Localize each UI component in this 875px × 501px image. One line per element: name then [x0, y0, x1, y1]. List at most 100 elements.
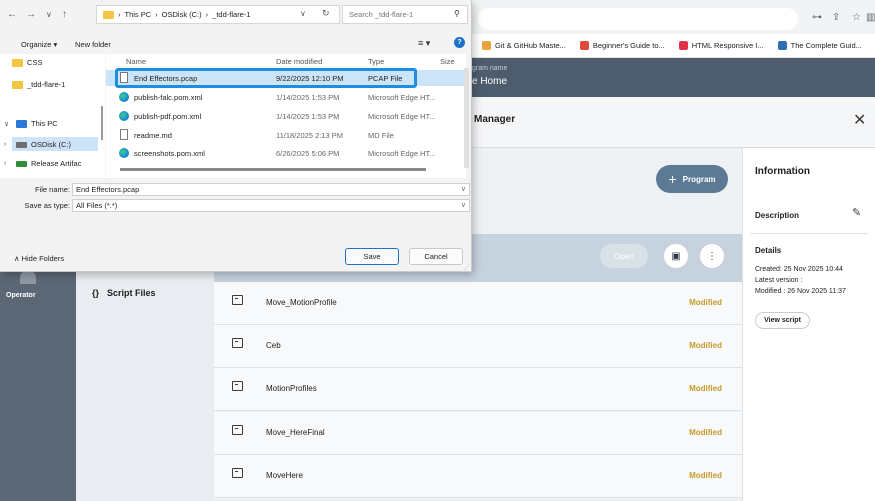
nav-script-files[interactable]: {} Script Files — [92, 288, 156, 298]
tree-item-css[interactable]: CSS — [12, 58, 42, 67]
script-name: Move_HereFinal — [266, 428, 325, 437]
table-row[interactable]: MoveHere Modified — [214, 455, 742, 498]
save-type-value: All Files (*.*) — [76, 201, 118, 210]
tree-scrollbar[interactable] — [101, 106, 103, 140]
path-dropdown-icon[interactable]: ∨ — [300, 9, 306, 18]
help-icon[interactable]: ? — [454, 37, 465, 48]
organize-menu[interactable]: Organize ▾ — [21, 40, 57, 49]
more-options-icon[interactable]: ⋮ — [700, 244, 724, 268]
table-row[interactable]: Move_MotionProfile Modified — [214, 282, 742, 325]
rail-operator-label[interactable]: Operator — [6, 292, 36, 299]
file-row[interactable]: publish-falc.pom.xml 1/14/2025 1:53 PM M… — [106, 89, 466, 105]
tree-label: This PC — [31, 119, 58, 128]
file-type: Microsoft Edge HT... — [368, 93, 436, 102]
file-row[interactable]: publish-pdf.pom.xml 1/14/2025 1:53 PM Mi… — [106, 108, 466, 124]
up-icon[interactable]: ↑ — [62, 9, 67, 20]
save-type-select[interactable]: All Files (*.*) ∨ — [72, 199, 470, 212]
add-program-button[interactable]: + Program — [656, 165, 728, 193]
col-size[interactable]: Size — [440, 57, 455, 66]
close-icon[interactable]: ✕ — [853, 110, 866, 130]
file-date: 1/14/2025 1:53 PM — [276, 93, 340, 102]
pencil-icon[interactable]: ✎ — [852, 206, 861, 219]
edge-icon — [119, 111, 129, 121]
breadcrumb-this-pc[interactable]: This PC — [125, 10, 152, 19]
file-list-hscrollbar[interactable] — [120, 168, 426, 171]
search-icon[interactable]: ⚲ — [454, 9, 460, 18]
col-name[interactable]: Name — [126, 57, 146, 66]
chevron-up-icon: ∧ — [14, 254, 22, 263]
recent-dropdown-icon[interactable]: ∨ — [46, 10, 52, 19]
save-button[interactable]: Save — [345, 248, 399, 265]
script-name: MoveHere — [266, 471, 303, 480]
tree-item-osdisk[interactable]: › OSDisk (C:) — [4, 140, 71, 149]
beginners-icon — [579, 41, 589, 50]
chevron-down-icon[interactable]: ∨ — [461, 201, 466, 209]
bookmark-git[interactable]: Git & GitHub Maste... — [482, 41, 566, 50]
program-name-label: gram name — [472, 65, 508, 72]
open-button[interactable]: Open — [600, 244, 648, 268]
table-row[interactable]: Ceb Modified — [214, 325, 742, 368]
modified-date: Modified : 26 Nov 2025 11:37 — [755, 288, 846, 295]
latest-version: Latest version : — [755, 277, 803, 284]
view-script-button[interactable]: View script — [755, 312, 810, 329]
chevron-right-icon[interactable]: › — [4, 160, 12, 167]
breadcrumb-tdd[interactable]: _tdd-flare-1 — [212, 10, 250, 19]
save-icon[interactable]: ▣ — [664, 244, 688, 268]
script-icon — [232, 425, 243, 435]
resize-grip[interactable]: ⋰ — [464, 264, 470, 271]
forward-icon[interactable]: → — [26, 9, 36, 20]
table-row[interactable]: MotionProfiles Modified — [214, 368, 742, 411]
file-type: Microsoft Edge HT... — [368, 112, 436, 121]
file-row[interactable]: screenshots.pom.xml 6/26/2025 5:06 PM Mi… — [106, 145, 466, 161]
cancel-button[interactable]: Cancel — [409, 248, 463, 265]
key-icon[interactable]: ⊶ — [812, 12, 822, 23]
browser-address-bar[interactable] — [478, 8, 798, 30]
star-icon[interactable]: ☆ — [852, 12, 861, 23]
view-options-icon[interactable]: ≡ ▾ — [418, 38, 430, 49]
extensions-icon[interactable]: ▥ — [866, 12, 875, 23]
script-icon — [232, 295, 243, 305]
bookmark-complete-guide[interactable]: The Complete Guid... — [777, 41, 862, 50]
info-divider — [750, 233, 868, 234]
col-date[interactable]: Date modified — [276, 57, 322, 66]
share-icon[interactable]: ⇪ — [832, 12, 840, 23]
search-input[interactable]: Search _tdd-flare-1 — [342, 5, 468, 24]
path-sep: › — [118, 10, 121, 19]
status-badge: Modified — [689, 298, 722, 307]
chevron-right-icon[interactable]: › — [4, 141, 12, 148]
file-name-field[interactable]: End Effectors.pcap ∨ — [72, 183, 470, 196]
tree-item-tdd[interactable]: _tdd-flare-1 — [12, 80, 65, 89]
file-name: publish-falc.pom.xml — [134, 93, 203, 102]
computer-icon — [16, 119, 27, 128]
status-badge: Modified — [689, 384, 722, 393]
save-type-label: Save as type: — [24, 201, 70, 210]
path-sep: › — [155, 10, 158, 19]
breadcrumb-osdisk[interactable]: OSDisk (C:) — [162, 10, 202, 19]
bookmark-beginners[interactable]: Beginner's Guide to... — [579, 41, 665, 50]
back-icon[interactable]: ← — [7, 9, 17, 20]
status-badge: Modified — [689, 341, 722, 350]
hide-folders-toggle[interactable]: ∧ Hide Folders — [14, 254, 64, 263]
col-type[interactable]: Type — [368, 57, 384, 66]
bookmarks-bar: Git & GitHub Maste... Beginner's Guide t… — [470, 34, 875, 58]
git-icon — [482, 41, 491, 50]
chevron-down-icon[interactable]: ∨ — [4, 120, 12, 128]
bookmark-label: Beginner's Guide to... — [592, 41, 665, 50]
status-badge: Modified — [689, 428, 722, 437]
file-row[interactable]: readme.md 11/18/2025 2:13 PM MD File — [106, 127, 466, 143]
table-row[interactable]: Move_HereFinal Modified — [214, 412, 742, 455]
file-list-scrollbar[interactable] — [464, 68, 469, 168]
hide-folders-label: Hide Folders — [21, 254, 65, 263]
program-name: e Home — [472, 76, 508, 87]
script-icon — [232, 381, 243, 391]
refresh-icon[interactable]: ↻ — [322, 8, 330, 19]
tree-item-this-pc[interactable]: ∨ This PC — [4, 119, 58, 128]
nav-script-files-label: Script Files — [107, 288, 156, 298]
operator-avatar — [20, 270, 36, 284]
bookmark-html[interactable]: HTML Responsive I... — [678, 41, 764, 50]
new-folder-button[interactable]: New folder — [75, 40, 111, 49]
tree-item-release[interactable]: › Release Artifac — [4, 159, 81, 168]
chevron-down-icon[interactable]: ∨ — [461, 185, 466, 193]
folder-icon — [12, 58, 23, 67]
description-label: Description — [755, 211, 800, 220]
